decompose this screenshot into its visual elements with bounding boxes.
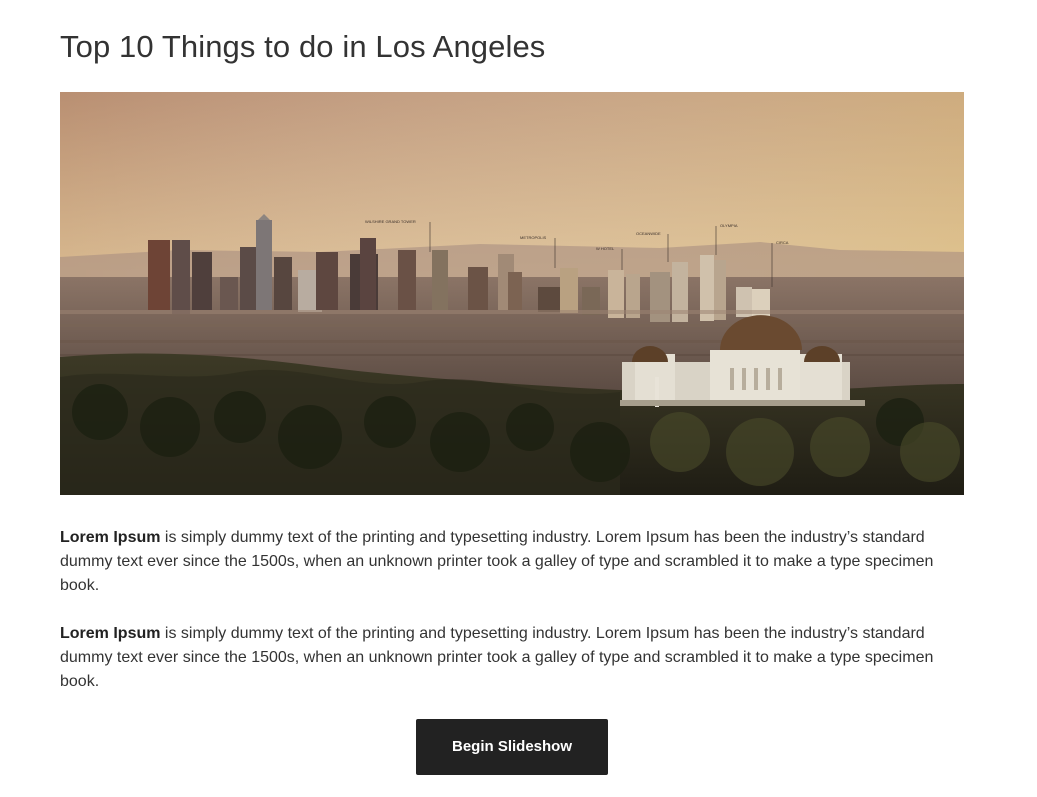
tower-label: METROPOLIS bbox=[520, 235, 547, 240]
page-title: Top 10 Things to do in Los Angeles bbox=[60, 29, 546, 64]
tower-label: WILSHIRE GRAND TOWER bbox=[365, 219, 416, 224]
paragraph-body: is simply dummy text of the printing and… bbox=[60, 529, 934, 594]
intro-paragraph: Lorem Ipsum is simply dummy text of the … bbox=[60, 526, 970, 598]
tower-label: OLYMPIA bbox=[720, 223, 738, 228]
tower-label: OCEANWIDE bbox=[636, 231, 661, 236]
paragraph-body: is simply dummy text of the printing and… bbox=[60, 625, 934, 690]
begin-slideshow-button[interactable]: Begin Slideshow bbox=[416, 719, 608, 775]
tower-label: W HOTEL bbox=[596, 246, 615, 251]
intro-paragraph: Lorem Ipsum is simply dummy text of the … bbox=[60, 622, 970, 694]
skyline-illustration: WILSHIRE GRAND TOWER METROPOLIS W HOTEL … bbox=[60, 92, 964, 495]
paragraph-lead: Lorem Ipsum bbox=[60, 625, 161, 642]
paragraph-lead: Lorem Ipsum bbox=[60, 529, 161, 546]
tower-label: CIRCA bbox=[776, 240, 789, 245]
hero-image: WILSHIRE GRAND TOWER METROPOLIS W HOTEL … bbox=[60, 92, 964, 495]
